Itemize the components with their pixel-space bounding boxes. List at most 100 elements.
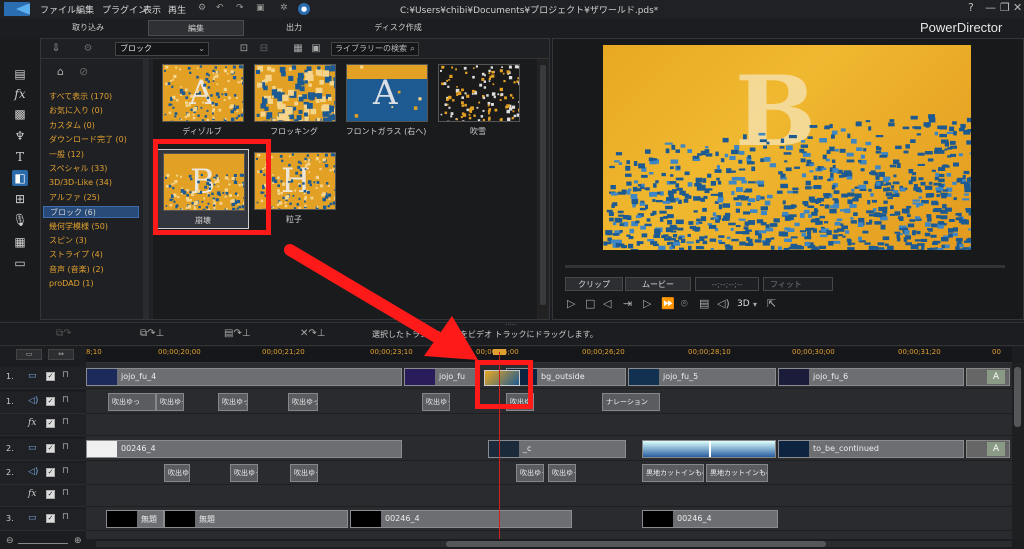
track-manager-icon[interactable]: ▭ <box>16 349 42 360</box>
download-icon[interactable]: ⊟ <box>257 42 271 56</box>
screen-mode-icon[interactable]: ▣ <box>256 3 265 13</box>
transition-item[interactable]: 吹雪 <box>433 61 525 141</box>
split-icon[interactable]: ⇥ <box>623 297 632 310</box>
title-clip[interactable]: A <box>966 368 1010 386</box>
zoom-fit-dropdown[interactable]: フィット <box>763 277 833 291</box>
chevron-down-icon[interactable]: ▾ <box>753 300 757 309</box>
track-lock-icon[interactable]: ⊓ <box>62 417 69 427</box>
panel-grip-icon[interactable]: ····· <box>505 321 516 329</box>
particle-room-icon[interactable]: ♆ <box>12 128 28 144</box>
3d-mode-toggle[interactable]: 3D <box>737 299 750 309</box>
video-clip[interactable]: jojo_fu <box>404 368 476 386</box>
settings-icon[interactable]: ⚙ <box>198 3 206 13</box>
category-item[interactable]: すべて表示 (170) <box>49 91 112 103</box>
tab-capture[interactable]: 取り込み <box>40 20 136 36</box>
audio-clip[interactable]: 黒地カットインもの <box>706 464 768 482</box>
audio-clip[interactable]: 吹出ゆっ <box>108 393 156 411</box>
track-enable-checkbox[interactable]: ✓ <box>46 419 55 428</box>
trim-icon[interactable]: ⧉↷⊥ <box>140 328 164 339</box>
track-lock-icon[interactable]: ⊓ <box>62 512 69 522</box>
track-enable-checkbox[interactable]: ✓ <box>46 372 55 381</box>
vscroll-thumb[interactable] <box>1014 367 1021 427</box>
audio-clip[interactable]: 吹出ゆっ <box>288 393 318 411</box>
cut-transition-icon[interactable]: ✕↷⊥ <box>300 328 325 339</box>
library-menu-icon[interactable]: ▦ <box>291 42 305 56</box>
thumbnail-size-icon[interactable]: ▣ <box>309 42 323 56</box>
tab-edit[interactable]: 編集 <box>148 20 244 36</box>
timecode-field[interactable]: --;--;--;-- <box>695 277 759 291</box>
audio-clip[interactable]: ナレーション <box>602 393 660 411</box>
track-enable-checkbox[interactable]: ✓ <box>46 468 55 477</box>
video-clip[interactable]: 00246_4 <box>350 510 572 528</box>
category-item[interactable]: proDAD (1) <box>49 278 94 290</box>
track-lock-icon[interactable]: ⊓ <box>62 370 69 380</box>
video-clip[interactable]: _c <box>488 440 626 458</box>
category-item[interactable]: スペシャル (33) <box>49 163 107 175</box>
prev-frame-icon[interactable]: ◁ <box>603 297 611 310</box>
add-to-timeline-icon[interactable]: ⊡ <box>237 42 251 56</box>
menu-plugin[interactable]: プラグイン <box>102 3 147 16</box>
audio-clip[interactable]: 黒地カットインもの <box>642 464 704 482</box>
undock-icon[interactable]: ⇱ <box>767 297 776 310</box>
track-lane[interactable] <box>86 485 1012 507</box>
category-item[interactable]: 音声 (音楽) (2) <box>49 264 104 276</box>
close-button[interactable]: ✕ <box>1013 1 1022 14</box>
category-item[interactable]: スピン (3) <box>49 235 87 247</box>
audio-mixing-icon[interactable]: ⊞ <box>12 191 28 207</box>
category-item[interactable]: お気に入り (0) <box>49 105 103 117</box>
audio-clip[interactable]: 吹出ゆっ <box>548 464 576 482</box>
track-lock-icon[interactable]: ⊓ <box>62 466 69 476</box>
transition-item[interactable]: フロッキング <box>249 61 341 141</box>
audio-clip[interactable]: 吹出ゆっ <box>164 464 190 482</box>
fix-enhance-icon[interactable]: ▤↷⊥ <box>224 328 251 339</box>
timeline-ruler[interactable]: 8;10 00;00;20;00 00;00;21;20 00;00;23;10 00;… <box>86 347 1012 363</box>
snapshot-icon[interactable]: ⌾ <box>681 297 688 311</box>
media-room-icon[interactable]: ▤ <box>12 66 28 82</box>
video-clip[interactable]: 無題 <box>164 510 348 528</box>
track-enable-checkbox[interactable]: ✓ <box>46 444 55 453</box>
subtitle-icon[interactable]: ▤ <box>699 297 709 310</box>
track-lane[interactable] <box>86 414 1012 436</box>
import-icon[interactable]: ⇩ <box>49 42 63 56</box>
library-scroll-thumb[interactable] <box>540 65 546 305</box>
transition-room-icon[interactable]: ◧ <box>12 170 28 186</box>
video-clip[interactable]: jojo_fu_6 <box>778 368 964 386</box>
tab-clip-mode[interactable]: クリップ <box>565 277 623 291</box>
zoom-out-icon[interactable]: ⊖ <box>6 536 14 546</box>
plugin-icon[interactable]: ⚙ <box>81 42 95 56</box>
library-scrollbar[interactable] <box>538 59 548 319</box>
category-scrollbar[interactable] <box>143 59 149 319</box>
next-frame-icon[interactable]: ▷ <box>643 297 651 310</box>
track-lock-icon[interactable]: ⊓ <box>62 488 69 498</box>
menu-file[interactable]: ファイル <box>40 3 76 16</box>
minimize-button[interactable]: — <box>985 1 996 14</box>
transition-thumbnail[interactable]: A <box>162 64 246 124</box>
tag-icon[interactable]: ⌂ <box>57 65 64 78</box>
audio-clip[interactable]: 吹出ゆっ <box>230 464 258 482</box>
zoom-in-icon[interactable]: ⊕ <box>74 536 82 546</box>
category-item[interactable]: ブロック (6) <box>43 206 139 219</box>
undo-icon[interactable]: ↶ <box>216 3 224 13</box>
audio-clip[interactable]: 吹出ゆっ <box>516 464 544 482</box>
category-item[interactable]: アルファ (25) <box>49 192 100 204</box>
menu-edit[interactable]: 編集 <box>76 3 94 16</box>
tab-movie-mode[interactable]: ムービー <box>625 277 691 291</box>
transition-item[interactable]: A フロントガラス (右へ) <box>341 61 433 141</box>
category-item[interactable]: ストライプ (4) <box>49 249 103 261</box>
tab-produce[interactable]: 出力 <box>246 20 342 36</box>
category-item[interactable]: カスタム (0) <box>49 120 95 132</box>
category-item[interactable]: 幾何学模様 (50) <box>49 221 108 233</box>
transition-item[interactable]: A ディゾルブ <box>157 61 249 141</box>
effect-room-icon[interactable]: fx <box>12 86 28 102</box>
voiceover-icon[interactable]: 🎙 <box>12 212 28 228</box>
category-dropdown[interactable]: ブロック ⌄ <box>115 42 209 56</box>
help-button[interactable]: ? <box>968 1 974 14</box>
menu-playback[interactable]: 再生 <box>168 3 186 16</box>
transition-thumbnail[interactable] <box>438 64 522 124</box>
category-item[interactable]: ダウンロード完了 (0) <box>49 134 127 146</box>
preferences-icon[interactable]: ✲ <box>280 3 288 13</box>
video-clip[interactable]: to_be_continued <box>778 440 964 458</box>
video-clip[interactable]: jojo_fu_4 <box>86 368 402 386</box>
video-clip[interactable]: 00246_4 <box>86 440 402 458</box>
tab-disc[interactable]: ディスク作成 <box>350 20 446 36</box>
